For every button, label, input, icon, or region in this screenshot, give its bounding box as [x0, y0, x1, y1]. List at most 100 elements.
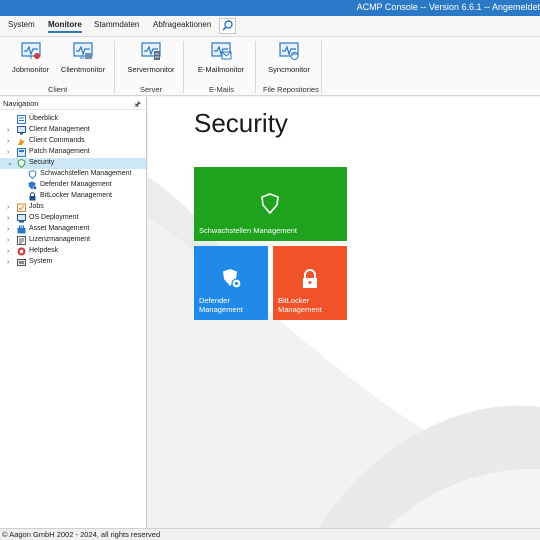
tile-schwachstellen-management[interactable]: Schwachstellen Management — [194, 167, 347, 241]
chevron-down-icon[interactable]: ⌄ — [7, 160, 13, 167]
nav-label: Schwachstellen Management — [40, 170, 132, 177]
nav-item-patch-management[interactable]: › Patch Management — [0, 147, 146, 158]
ribbon-tabs: System Monitore Stammdaten Abfrageaktion… — [0, 16, 540, 36]
title-bar: ACMP Console -- Version 6.6.1 -- Angemel… — [0, 0, 540, 16]
tab-abfrageaktionen[interactable]: Abfrageaktionen — [153, 20, 211, 29]
nav-item-system[interactable]: › System — [0, 257, 146, 268]
asset-management-icon — [17, 225, 26, 234]
clientmonitor-button[interactable]: Clientmonitor — [58, 41, 108, 74]
sync-monitor-icon — [279, 42, 299, 60]
status-text: © Aagon GmbH 2002 - 2024, all rights res… — [2, 530, 161, 539]
defender-icon — [28, 181, 37, 190]
search-icon — [222, 20, 233, 31]
navigation-title: Navigation — [3, 99, 39, 108]
client-monitor-icon — [73, 42, 93, 59]
nav-item-asset-management[interactable]: › Asset Management — [0, 224, 146, 235]
nav-label: Helpdesk — [29, 247, 59, 254]
nav-item-helpdesk[interactable]: › Helpdesk — [0, 246, 146, 257]
syncmonitor-button[interactable]: Syncmonitor — [263, 41, 315, 74]
chevron-right-icon[interactable]: › — [7, 259, 12, 266]
nav-label: Lizenzmanagement — [29, 236, 91, 243]
tile-bitlocker-management[interactable]: BitLocker Management — [273, 246, 347, 320]
group-label-server: Server — [140, 85, 163, 94]
os-deployment-icon — [17, 214, 26, 223]
group-label-file-repositories: File Repositories — [263, 85, 319, 94]
tab-monitore[interactable]: Monitore — [48, 20, 82, 33]
clientmonitor-label: Clientmonitor — [60, 65, 106, 74]
chevron-right-icon[interactable]: › — [7, 226, 12, 233]
nav-label: Asset Management — [29, 225, 90, 232]
ribbon-separator — [255, 41, 256, 93]
ribbon-separator — [114, 41, 115, 93]
nav-label: OS Deployment — [29, 214, 79, 221]
nav-label: BitLocker Management — [40, 192, 112, 199]
jobs-icon — [17, 203, 26, 212]
jobmonitor-button[interactable]: Jobmonitor — [8, 41, 53, 74]
chevron-right-icon[interactable]: › — [7, 127, 12, 134]
tile-defender-management[interactable]: Defender Management — [194, 246, 268, 320]
nav-item-security[interactable]: ⌄ Security — [0, 158, 146, 169]
ribbon: Jobmonitor Clientmonitor Client Servermo… — [0, 36, 540, 96]
tile-label-line1: BitLocker — [278, 296, 310, 305]
nav-label: Überblick — [29, 115, 59, 122]
tab-system[interactable]: System — [8, 20, 35, 29]
nav-item-defender-management[interactable]: Defender Management — [0, 180, 146, 191]
chevron-right-icon[interactable]: › — [7, 215, 12, 222]
chevron-right-icon[interactable]: › — [7, 248, 12, 255]
tile-label-line1: Defender — [199, 296, 230, 305]
navigation-header: Navigation 🖈 — [0, 97, 146, 110]
tab-stammdaten[interactable]: Stammdaten — [94, 20, 139, 29]
overview-icon — [17, 115, 26, 124]
servermonitor-button[interactable]: Servermonitor — [126, 41, 176, 74]
page-title: Security — [194, 108, 288, 138]
emailmonitor-label: E-Mailmonitor — [197, 65, 245, 74]
nav-item-client-management[interactable]: › Client Management — [0, 125, 146, 136]
group-label-emails: E-Mails — [209, 85, 235, 94]
security-shield-icon — [17, 159, 26, 168]
nav-item-os-deployment[interactable]: › OS Deployment — [0, 213, 146, 224]
defender-gear-icon — [223, 269, 242, 289]
patch-management-icon — [17, 148, 26, 157]
nav-label: Patch Management — [29, 148, 90, 155]
tile-label: Schwachstellen Management — [199, 226, 297, 235]
jobmonitor-label: Jobmonitor — [11, 65, 50, 74]
ribbon-separator — [183, 41, 184, 93]
emailmonitor-button[interactable]: E-Mailmonitor — [195, 41, 247, 74]
lock-icon — [303, 269, 317, 288]
main-content: Security Schwachstellen Management Defen… — [148, 97, 540, 528]
navigation-panel: Navigation 🖈 Überblick › Client Manageme… — [0, 97, 147, 528]
syncmonitor-label: Syncmonitor — [268, 65, 310, 74]
nav-label: Client Commands — [29, 137, 85, 144]
chevron-right-icon[interactable]: › — [7, 149, 12, 156]
nav-item-ueberblick[interactable]: Überblick — [0, 114, 146, 125]
status-bar: © Aagon GmbH 2002 - 2024, all rights res… — [0, 528, 540, 540]
chevron-right-icon[interactable]: › — [7, 204, 12, 211]
chevron-right-icon[interactable]: › — [7, 138, 12, 145]
nav-item-jobs[interactable]: › Jobs — [0, 202, 146, 213]
nav-item-bitlocker-management[interactable]: BitLocker Management — [0, 191, 146, 202]
shield-outline-icon — [261, 193, 279, 215]
nav-item-lizenzmanagement[interactable]: › Lizenzmanagement — [0, 235, 146, 246]
ribbon-search-button[interactable] — [219, 18, 236, 34]
nav-label: Security — [29, 159, 55, 166]
client-commands-icon — [18, 138, 25, 145]
pin-icon[interactable]: 🖈 — [134, 99, 141, 113]
job-monitor-icon — [20, 42, 41, 59]
nav-label: Client Management — [29, 126, 90, 133]
client-management-icon — [17, 126, 26, 135]
server-monitor-icon — [141, 42, 161, 60]
email-monitor-icon — [211, 42, 232, 60]
nav-label: Jobs — [29, 203, 44, 210]
tile-label: Defender Management — [199, 296, 243, 314]
tile-label: BitLocker Management — [278, 296, 322, 314]
tile-label-line2: Management — [199, 305, 243, 314]
servermonitor-label: Servermonitor — [127, 65, 175, 74]
shield-outline-icon — [28, 170, 37, 179]
nav-item-schwachstellen-management[interactable]: Schwachstellen Management — [0, 169, 146, 180]
window-title: ACMP Console -- Version 6.6.1 -- Angemel… — [356, 2, 540, 12]
chevron-right-icon[interactable]: › — [7, 237, 12, 244]
group-label-client: Client — [48, 85, 68, 94]
license-icon — [17, 236, 26, 245]
ribbon-separator — [321, 41, 322, 93]
nav-item-client-commands[interactable]: › Client Commands — [0, 136, 146, 147]
